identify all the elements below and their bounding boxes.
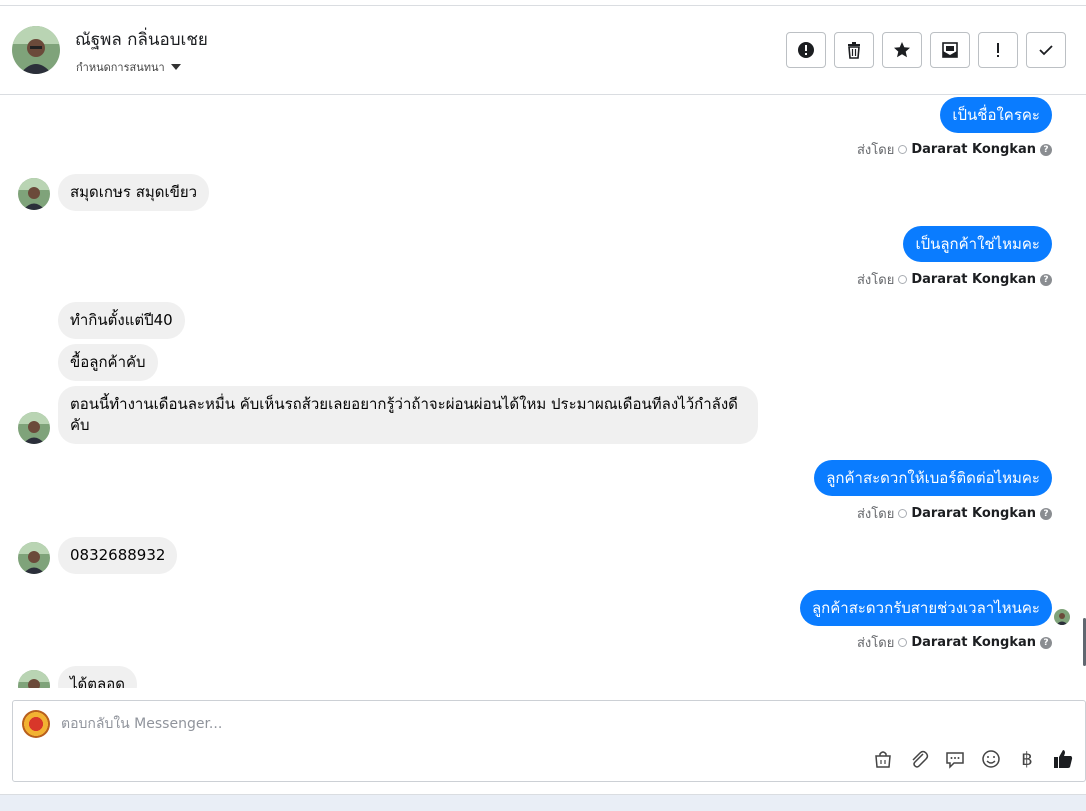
shopping-bag-icon [875, 751, 891, 768]
saved-replies-button[interactable] [943, 747, 967, 771]
thread-scrollbar[interactable] [1082, 96, 1086, 688]
incoming-message[interactable]: ได้ตลอด [58, 666, 137, 688]
agent-name[interactable]: Dararat Kongkan [911, 272, 1036, 287]
inbox-app: ณัฐพล กลิ่นอบเชย กำหนดการสนทนา เป็นชื่อใ… [0, 0, 1086, 811]
conversation-toolbar [786, 32, 1066, 68]
agent-name[interactable]: Dararat Kongkan [911, 506, 1036, 521]
help-icon[interactable]: ? [1040, 143, 1052, 156]
seen-indicator-avatar [1054, 609, 1070, 625]
important-button[interactable] [978, 32, 1018, 68]
help-icon[interactable]: ? [1040, 273, 1052, 286]
incoming-message[interactable]: สมุดเกษร สมุดเขียว [58, 174, 210, 211]
help-icon[interactable]: ? [1040, 507, 1052, 520]
trash-icon [848, 42, 860, 59]
chevron-down-icon [170, 64, 181, 70]
status-icon [898, 275, 908, 284]
incoming-message[interactable]: ตอนนี้ทำงานเดือนละหมื่น คับเห็นรถส้วยเลย… [58, 386, 758, 444]
conversation-panel: ณัฐพล กลิ่นอบเชย กำหนดการสนทนา เป็นชื่อใ… [0, 0, 1086, 795]
outgoing-message[interactable]: เป็นลูกค้าใช่ไหมคะ [903, 226, 1052, 262]
sent-by-line: ส่งโดย Dararat Kongkan ? [857, 632, 1052, 653]
sent-by-label: ส่งโดย [856, 273, 895, 288]
sent-by-label: ส่งโดย [856, 507, 895, 522]
sent-by-line: ส่งโดย Dararat Kongkan ? [857, 139, 1052, 160]
sender-avatar[interactable] [18, 178, 50, 210]
star-button[interactable] [882, 32, 922, 68]
reply-input[interactable] [61, 713, 961, 735]
mark-unread-button[interactable] [930, 32, 970, 68]
conversation-header: ณัฐพล กลิ่นอบเชย กำหนดการสนทนา [0, 6, 1086, 95]
sender-avatar[interactable] [18, 412, 50, 444]
agent-name[interactable]: Dararat Kongkan [911, 635, 1036, 650]
schedule-conversation-dropdown[interactable]: กำหนดการสนทนา [76, 58, 181, 76]
status-icon [898, 638, 908, 647]
page-avatar [22, 710, 50, 738]
sender-avatar[interactable] [18, 670, 50, 688]
like-button[interactable] [1051, 747, 1075, 771]
status-icon [898, 145, 908, 154]
delete-button[interactable] [834, 32, 874, 68]
star-icon [894, 42, 910, 58]
attach-button[interactable] [907, 747, 931, 771]
chat-bubble-icon [946, 752, 964, 769]
sent-by-line: ส่งโดย Dararat Kongkan ? [857, 269, 1052, 290]
paperclip-icon [912, 750, 929, 768]
smiley-icon [982, 750, 1000, 768]
status-icon [898, 509, 908, 518]
outgoing-message[interactable]: ลูกค้าสะดวกให้เบอร์ติดต่อไหมคะ [814, 460, 1052, 496]
outgoing-message[interactable]: ลูกค้าสะดวกรับสายช่วงเวลาไหนคะ [799, 590, 1052, 626]
spam-report-button[interactable] [786, 32, 826, 68]
message-thread[interactable]: เป็นชื่อใครคะ ส่งโดย Dararat Kongkan ? ส… [0, 96, 1086, 688]
spam-report-icon [798, 42, 814, 58]
done-check-icon [1039, 45, 1053, 56]
schedule-label: กำหนดการสนทนา [76, 61, 165, 74]
payment-button[interactable]: ฿ [1015, 747, 1039, 771]
outgoing-message[interactable]: เป็นชื่อใครคะ [940, 97, 1052, 133]
thumbs-up-icon [1054, 750, 1073, 768]
sender-avatar[interactable] [18, 542, 50, 574]
sent-by-label: ส่งโดย [856, 143, 895, 158]
incoming-message[interactable]: ทำกินตั้งแต่ปี40 [58, 302, 185, 339]
reply-composer: ฿ [12, 700, 1086, 782]
incoming-message[interactable]: 0832688932 [58, 537, 178, 574]
agent-name[interactable]: Dararat Kongkan [911, 142, 1036, 157]
product-button[interactable] [871, 747, 895, 771]
contact-name[interactable]: ณัฐพล กลิ่นอบเชย [75, 26, 208, 53]
contact-avatar[interactable] [12, 26, 60, 74]
help-icon[interactable]: ? [1040, 636, 1052, 649]
sent-by-line: ส่งโดย Dararat Kongkan ? [857, 503, 1052, 524]
important-icon [997, 43, 999, 57]
mark-unread-icon [942, 42, 958, 58]
emoji-button[interactable] [979, 747, 1003, 771]
composer-actions: ฿ [871, 747, 1075, 771]
mark-done-button[interactable] [1026, 32, 1066, 68]
sent-by-label: ส่งโดย [856, 636, 895, 651]
incoming-message[interactable]: ขื้อลูกค้าคับ [58, 344, 158, 381]
